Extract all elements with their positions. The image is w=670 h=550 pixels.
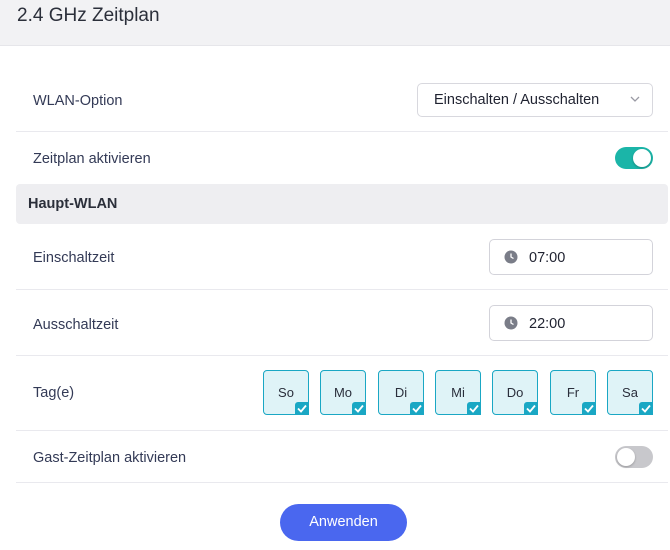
main-wlan-section: Haupt-WLAN (16, 184, 668, 224)
page-title: 2.4 GHz Zeitplan (17, 5, 160, 26)
wlan-option-select[interactable]: Einschalten / Ausschalten (417, 83, 653, 117)
off-time-label: Ausschaltzeit (33, 317, 119, 333)
chevron-down-icon (630, 96, 640, 102)
apply-button[interactable]: Anwenden (280, 504, 407, 541)
guest-schedule-toggle[interactable] (615, 446, 653, 468)
on-time-value: 07:00 (529, 250, 566, 266)
check-icon (410, 402, 424, 415)
day-wednesday[interactable]: Mi (435, 370, 481, 415)
day-saturday[interactable]: Sa (607, 370, 653, 415)
off-time-value: 22:00 (529, 316, 566, 332)
day-label: Mo (333, 385, 353, 400)
clock-icon (504, 250, 518, 264)
check-icon (295, 402, 309, 415)
toggle-knob (617, 448, 635, 466)
day-friday[interactable]: Fr (550, 370, 596, 415)
toggle-knob (633, 149, 651, 167)
schedule-toggle[interactable] (615, 147, 653, 169)
wlan-option-value: Einschalten / Ausschalten (434, 92, 600, 108)
day-label: Do (506, 385, 524, 400)
schedule-label: Zeitplan aktivieren (33, 151, 151, 167)
check-icon (524, 402, 538, 415)
off-time-input[interactable]: 22:00 (489, 305, 653, 341)
check-icon (352, 402, 366, 415)
schedule-row: Zeitplan aktivieren (16, 132, 668, 184)
check-icon (467, 402, 481, 415)
on-time-input[interactable]: 07:00 (489, 239, 653, 275)
day-sunday[interactable]: So (263, 370, 309, 415)
check-icon (582, 402, 596, 415)
day-tuesday[interactable]: Di (378, 370, 424, 415)
day-thursday[interactable]: Do (492, 370, 538, 415)
day-label: Fr (566, 385, 580, 400)
section-title: Haupt-WLAN (28, 196, 118, 212)
day-monday[interactable]: Mo (320, 370, 366, 415)
day-label: Sa (622, 385, 638, 400)
clock-icon (504, 316, 518, 330)
on-time-label: Einschaltzeit (33, 250, 115, 266)
check-icon (639, 402, 653, 415)
page-header: 2.4 GHz Zeitplan (0, 0, 670, 46)
guest-schedule-row: Gast-Zeitplan aktivieren (16, 431, 668, 483)
day-label: So (278, 385, 294, 400)
days-label: Tag(e) (33, 385, 75, 401)
day-label: Mi (451, 385, 465, 400)
wlan-option-label: WLAN-Option (33, 93, 123, 109)
guest-schedule-label: Gast-Zeitplan aktivieren (33, 450, 187, 466)
day-label: Di (394, 385, 408, 400)
